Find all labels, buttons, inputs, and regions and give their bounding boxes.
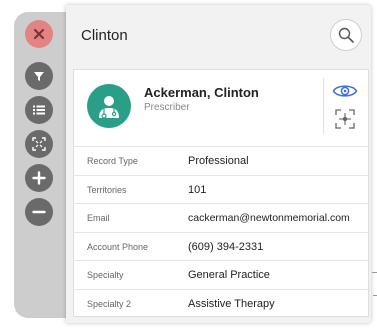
zoom-in-icon	[32, 171, 46, 185]
list-icon	[33, 105, 45, 115]
detail-row-specialty-2: Specialty 2 Assistive Therapy	[74, 288, 370, 318]
zoom-out-icon	[32, 210, 46, 214]
account-role: Prescriber	[144, 102, 190, 113]
tool-rail	[14, 12, 66, 318]
detail-row-specialty: Specialty General Practice	[74, 260, 370, 289]
detail-value: Assistive Therapy	[188, 297, 275, 310]
detail-value: Professional	[188, 155, 249, 167]
panel-title: Clinton	[81, 27, 128, 44]
eye-icon[interactable]	[332, 82, 358, 100]
detail-label: Account Phone	[87, 241, 149, 252]
detail-list: Record Type Professional Territories 101…	[74, 146, 370, 317]
email-value[interactable]: cackerman@newtonmemorial.com	[188, 212, 350, 224]
close-button[interactable]	[25, 20, 53, 48]
panel-header: Clinton	[66, 5, 371, 65]
account-name: Ackerman, Clinton	[144, 85, 259, 100]
filter-icon	[34, 72, 44, 81]
detail-label: Territories	[87, 184, 127, 195]
map-edge-line	[372, 272, 377, 273]
card-actions	[323, 78, 363, 134]
detail-row-account-phone: Account Phone (609) 394-2331	[74, 231, 370, 261]
detail-value: 101	[188, 183, 207, 196]
detail-row-territories: Territories 101	[74, 174, 370, 204]
close-icon	[33, 28, 45, 40]
search-icon	[338, 27, 354, 43]
detail-row-email: Email cackerman@newtonmemorial.com	[74, 203, 370, 232]
zoom-out-button[interactable]	[25, 198, 53, 226]
avatar	[87, 84, 131, 128]
phone-value[interactable]: (609) 394-2331	[188, 241, 263, 253]
detail-label: Specialty	[87, 270, 124, 280]
fit-screen-icon	[32, 137, 46, 151]
locate-icon[interactable]	[334, 108, 356, 130]
zoom-in-button[interactable]	[25, 164, 53, 192]
fit-screen-button[interactable]	[25, 130, 53, 158]
detail-row-record-type: Record Type Professional	[74, 146, 370, 175]
list-button[interactable]	[25, 96, 53, 124]
map-edge-line	[373, 295, 377, 296]
doctor-icon	[99, 96, 119, 119]
detail-label: Record Type	[87, 156, 138, 166]
detail-value: General Practice	[188, 269, 270, 281]
account-detail-panel: Clinton Ackerman, Clinton Prescriber Rec…	[66, 5, 371, 323]
detail-label: Specialty 2	[87, 298, 132, 309]
search-button[interactable]	[330, 19, 362, 51]
filter-button[interactable]	[25, 62, 53, 90]
account-card: Ackerman, Clinton Prescriber Record Type…	[73, 69, 370, 317]
detail-label: Email	[87, 213, 110, 223]
